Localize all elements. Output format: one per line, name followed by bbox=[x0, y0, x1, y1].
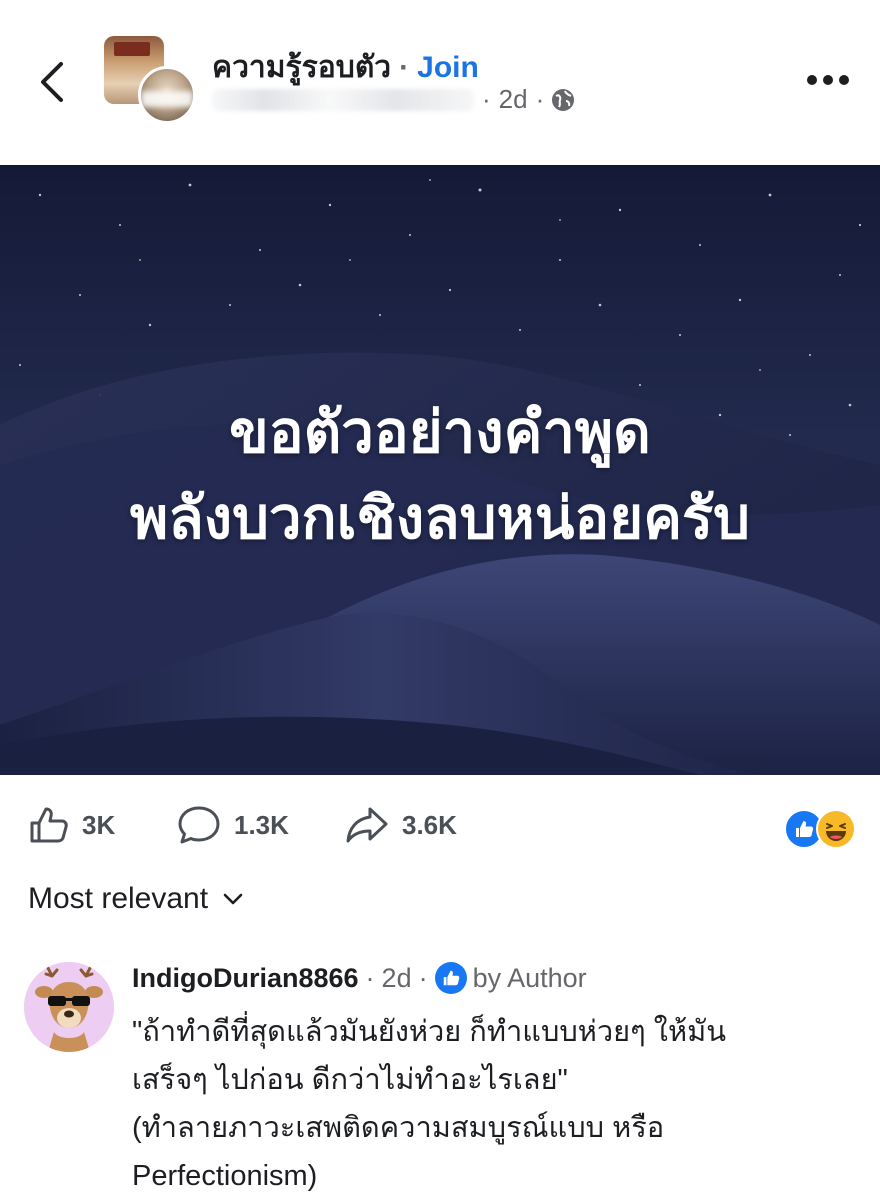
post-action-bar: 3K 1.3K 3.6K bbox=[0, 795, 880, 857]
comment-line-3: (ทำลายภาวะเสพติดความสมบูรณ์แบบ หรือ bbox=[132, 1112, 665, 1144]
comment-line-4: Perfectionism) bbox=[132, 1160, 318, 1192]
comment-separator-2: · bbox=[418, 962, 428, 993]
comment-time[interactable]: 2d bbox=[382, 963, 412, 994]
post-text-line-1: ขอตัวอย่างคำพูด bbox=[229, 400, 651, 465]
thumbs-up-icon bbox=[26, 803, 70, 847]
haha-reaction-icon bbox=[816, 809, 856, 849]
comment-bubble-icon bbox=[176, 803, 222, 847]
sort-label: Most relevant bbox=[28, 882, 209, 915]
share-button[interactable]: 3.6K bbox=[344, 803, 457, 847]
join-button[interactable]: Join bbox=[417, 51, 479, 85]
comment-author-name[interactable]: IndigoDurian8866 bbox=[132, 963, 359, 994]
back-button[interactable] bbox=[30, 56, 74, 108]
comment-separator: · bbox=[365, 962, 375, 993]
post-image[interactable]: ขอตัวอย่างคำพูด พลังบวกเชิงลบหน่อยครับ bbox=[0, 165, 880, 775]
post-time[interactable]: 2d bbox=[499, 84, 528, 115]
title-separator: · bbox=[399, 50, 410, 84]
comment-button[interactable]: 1.3K bbox=[176, 803, 289, 847]
deer-avatar-icon bbox=[24, 962, 114, 1052]
more-options-button[interactable] bbox=[800, 60, 856, 100]
post-page: ความรู้รอบตัว · Join · 2d · ขอตัวอย่างคำ… bbox=[0, 0, 880, 1200]
post-meta: · 2d · bbox=[212, 84, 576, 115]
redacted-author-name bbox=[212, 88, 474, 111]
group-avatar[interactable] bbox=[104, 36, 196, 124]
comment-line-2: เสร็จๆ ไปก่อน ดีกว่าไม่ทำอะไรเลย" bbox=[132, 1064, 568, 1096]
commenter-avatar[interactable] bbox=[24, 962, 114, 1052]
like-button[interactable]: 3K bbox=[26, 803, 115, 847]
by-author-label: by Author bbox=[472, 962, 587, 993]
poster-avatar[interactable] bbox=[138, 66, 196, 124]
chevron-down-icon bbox=[222, 892, 244, 906]
reaction-summary[interactable] bbox=[782, 807, 858, 849]
comment-header: IndigoDurian8866 · 2d · by Author bbox=[132, 962, 587, 994]
comment-text: "ถ้าทำดีที่สุดแล้วมันยังห่วย ก็ทำแบบห่วย… bbox=[132, 1008, 852, 1200]
post-header: ความรู้รอบตัว · Join · 2d · bbox=[0, 0, 880, 165]
post-image-text: ขอตัวอย่างคำพูด พลังบวกเชิงลบหน่อยครับ bbox=[0, 390, 880, 562]
comment-count: 1.3K bbox=[234, 809, 289, 840]
back-chevron-icon bbox=[41, 62, 63, 102]
more-options-icon bbox=[807, 75, 849, 85]
meta-separator-2: · bbox=[535, 84, 545, 114]
like-count: 3K bbox=[82, 809, 116, 840]
globe-icon bbox=[550, 87, 576, 113]
share-arrow-icon bbox=[344, 803, 390, 847]
comment-line-1: "ถ้าทำดีที่สุดแล้วมันยังห่วย ก็ทำแบบห่วย… bbox=[132, 1016, 727, 1048]
comment-sort-dropdown[interactable]: Most relevant bbox=[28, 882, 244, 916]
meta-separator: · bbox=[482, 84, 491, 114]
post-text-line-2: พลังบวกเชิงลบหน่อยครับ bbox=[130, 486, 750, 551]
share-count: 3.6K bbox=[402, 809, 457, 840]
author-like-badge-icon bbox=[434, 962, 467, 994]
